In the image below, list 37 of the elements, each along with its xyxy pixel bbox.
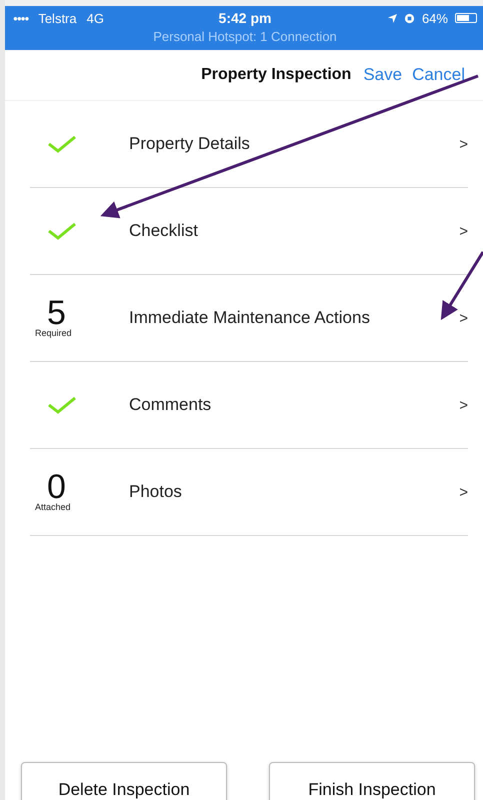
section-label: Property Details [129,134,251,154]
action-button[interactable]: Finish Inspection [269,762,475,800]
checkmark-icon [47,221,77,241]
signal-dots: ●●●● [13,14,28,22]
status-time: 5:42 pm [218,10,272,26]
chevron-icon: > [459,396,468,414]
annotation-arrow [440,251,483,320]
count-caption: Required [35,328,72,338]
checkmark-icon [47,134,77,154]
network-type: 4G [86,10,104,26]
header-link[interactable]: Save [363,65,402,85]
section-label: Immediate Maintenance Actions [129,308,371,328]
battery-icon [454,13,477,23]
section-row[interactable]: 5 Required Immediate Maintenance Actions > [30,275,468,362]
count-number: 0 [47,472,66,502]
section-row[interactable]: 0 Attached Photos > [30,449,468,536]
section-label: Comments [129,395,212,415]
hotspot-text: Personal Hotspot: 1 Connection [152,29,338,44]
checkmark-icon [47,395,77,415]
lock-rotation-icon [404,12,415,24]
action-button[interactable]: Delete Inspection [21,762,227,800]
battery-percent: 64% [422,10,448,26]
header-link[interactable]: Cancel [412,65,465,85]
section-row[interactable]: Comments > [30,362,468,449]
section-row[interactable]: Property Details > [30,101,468,188]
chevron-icon: > [459,484,468,500]
chevron-icon: > [459,310,468,326]
location-icon [388,14,397,22]
count-number: 5 [47,298,66,328]
section-row[interactable]: Checklist > [30,188,468,275]
carrier-name: Telstra [38,10,77,26]
section-label: Photos [129,482,183,502]
section-label: Checklist [129,221,199,241]
count-caption: Attached [35,502,71,512]
page-title: Property Inspection [201,66,352,84]
chevron-icon: > [459,222,468,240]
chevron-icon: > [459,136,468,152]
